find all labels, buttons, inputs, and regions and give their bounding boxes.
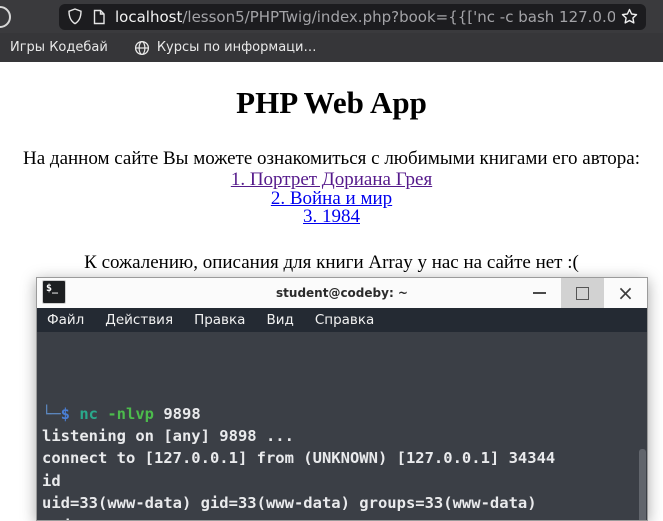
terminal-line: pwd — [42, 514, 637, 520]
terminal-title: student@codeby: ~ — [276, 286, 408, 300]
url-domain: localhost — [115, 7, 183, 26]
bookmarks-bar: Игры Кодебай Курсы по информаци… — [0, 33, 663, 62]
bookmark-item-games[interactable]: Игры Кодебай — [10, 40, 108, 55]
bookmark-label: Курсы по информаци… — [156, 40, 317, 55]
book-link-1[interactable]: 1. Портрет Дориана Грея — [0, 170, 663, 190]
menu-file[interactable]: Файл — [47, 312, 84, 328]
menu-edit[interactable]: Правка — [194, 312, 245, 328]
bookmark-item-courses[interactable]: Курсы по информаци… — [134, 40, 317, 56]
bookmark-star-icon[interactable] — [621, 8, 638, 25]
intro-text: На данном сайте Вы можете ознакомиться с… — [23, 148, 640, 169]
shield-icon[interactable] — [67, 8, 83, 25]
web-page: PHP Web App На данном сайте Вы можете оз… — [0, 84, 663, 274]
close-button[interactable]: × — [604, 278, 647, 308]
reload-icon[interactable] — [0, 5, 11, 28]
terminal-line: connect to [127.0.0.1] from (UNKNOWN) [1… — [42, 449, 556, 468]
close-icon: × — [617, 281, 634, 305]
window-controls: × — [518, 278, 647, 308]
terminal-line: listening on [any] 9898 ... — [42, 427, 294, 446]
bookmark-label: Игры Кодебай — [10, 40, 108, 55]
terminal-window: $_ student@codeby: ~ × Файл Действия Пра… — [36, 277, 648, 521]
page-title: PHP Web App — [236, 85, 427, 120]
minimize-icon — [533, 292, 546, 294]
menu-actions[interactable]: Действия — [105, 312, 173, 328]
menu-help[interactable]: Справка — [315, 312, 374, 328]
terminal-line: └─$ nc -nlvp 9898 — [42, 404, 201, 423]
terminal-output[interactable]: └─$ nc -nlvp 9898 listening on [any] 9898… — [37, 332, 647, 520]
page-icon — [93, 9, 105, 24]
globe-icon — [134, 40, 149, 55]
error-message: К сожалению, описания для книги Array у … — [84, 251, 579, 273]
terminal-titlebar[interactable]: $_ student@codeby: ~ × — [37, 278, 647, 308]
menu-view[interactable]: Вид — [266, 312, 293, 328]
browser-toolbar: localhost/lesson5/PHPTwig/index.php?book… — [0, 0, 663, 33]
book-link-3[interactable]: 3. 1984 — [0, 207, 663, 227]
url-bar[interactable]: localhost/lesson5/PHPTwig/index.php?book… — [59, 3, 646, 30]
url-path: /lesson5/PHPTwig/index.php?book={{['nc -… — [182, 7, 615, 26]
terminal-line: id — [42, 471, 61, 490]
scrollbar-thumb[interactable] — [639, 449, 646, 520]
maximize-button[interactable] — [561, 278, 604, 308]
maximize-icon — [576, 286, 589, 300]
screen: { "browser": { "url": { "domain": "local… — [0, 0, 663, 521]
terminal-line: uid=33(www-data) gid=33(www-data) groups… — [42, 494, 537, 513]
terminal-menubar: Файл Действия Правка Вид Справка — [37, 308, 647, 332]
terminal-icon[interactable]: $_ — [42, 280, 66, 304]
url-text[interactable]: localhost/lesson5/PHPTwig/index.php?book… — [115, 8, 615, 26]
minimize-button[interactable] — [518, 278, 561, 308]
